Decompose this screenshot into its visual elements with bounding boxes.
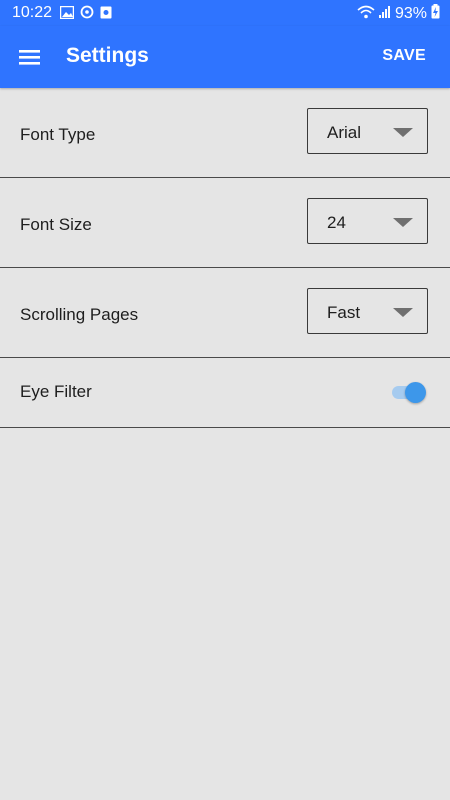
chevron-down-icon [393,218,413,227]
save-button[interactable]: SAVE [382,47,426,65]
status-right: 93% [357,4,440,24]
setting-row-eye-filter: Eye Filter [0,358,450,428]
font-size-label: Font Size [20,215,92,234]
battery-percent: 93% [394,5,427,22]
scrolling-pages-value: Fast [327,303,361,322]
settings-list: Font Type Arial Font Size 24 Scrolling P… [0,88,450,428]
font-type-label: Font Type [20,125,96,144]
status-bar: 10:22 93% [0,0,450,26]
image-icon [59,5,75,24]
chevron-down-icon [393,308,413,317]
eye-filter-toggle[interactable] [392,382,428,403]
app-icon [100,6,112,24]
toggle-thumb [405,382,426,403]
setting-row-font-type: Font Type Arial [0,88,450,178]
app-bar: Settings SAVE [0,26,450,88]
scrolling-pages-dropdown[interactable]: Fast [307,288,428,334]
setting-row-scrolling-pages: Scrolling Pages Fast [0,268,450,358]
font-size-dropdown[interactable]: 24 [307,198,428,244]
eye-filter-label: Eye Filter [20,382,92,401]
notification-icons [59,5,112,24]
font-size-value: 24 [327,213,346,232]
battery-charging-icon [431,4,440,24]
status-time: 10:22 [12,4,53,21]
chevron-down-icon [393,128,413,137]
scrolling-pages-label: Scrolling Pages [20,305,139,324]
page-title: Settings [66,44,149,67]
font-type-value: Arial [327,123,362,142]
font-type-dropdown[interactable]: Arial [307,108,428,154]
sync-icon [80,5,94,24]
signal-icon [378,5,391,23]
hamburger-menu-icon[interactable] [16,43,44,71]
setting-row-font-size: Font Size 24 [0,178,450,268]
wifi-icon [357,5,375,24]
